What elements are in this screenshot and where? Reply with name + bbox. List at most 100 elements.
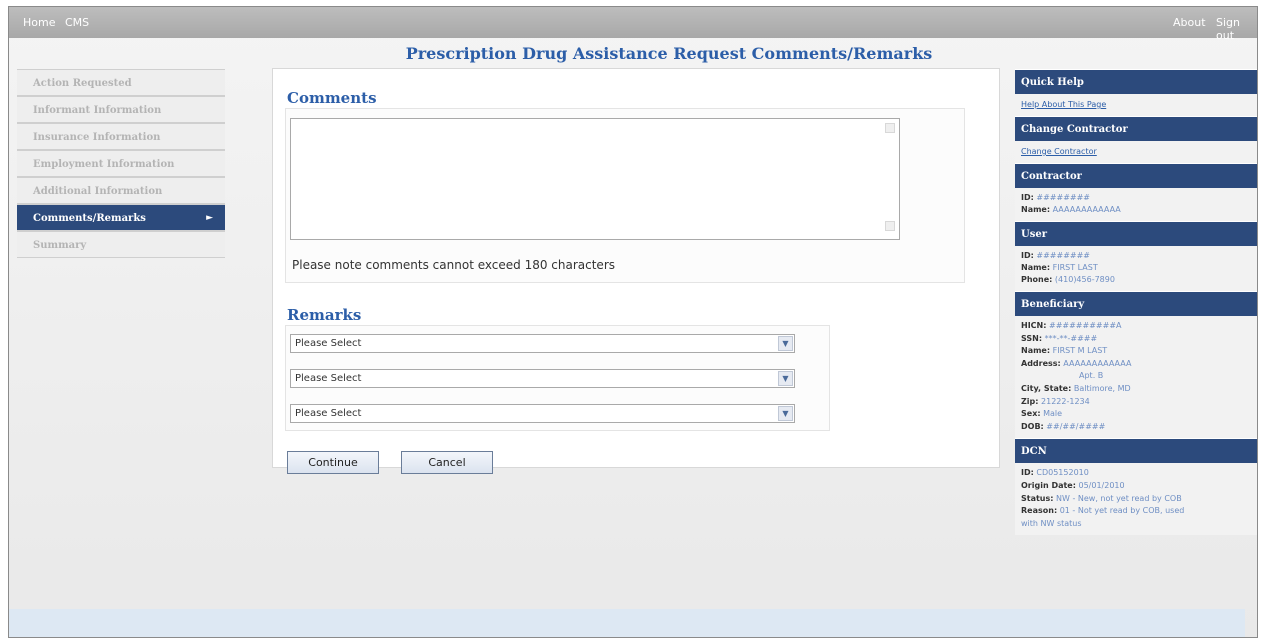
field-label: SSN:	[1021, 333, 1043, 343]
select-value: Please Select	[295, 373, 362, 384]
scroll-down-icon[interactable]	[885, 221, 895, 231]
contractor-id-row: ID: ########	[1021, 192, 1253, 204]
nav-item-summary[interactable]: Summary	[17, 231, 225, 258]
home-link[interactable]: Home	[23, 16, 55, 29]
chevron-down-icon[interactable]: ▼	[778, 336, 793, 351]
dcn-origin-date: 05/01/2010	[1078, 480, 1125, 490]
beneficiary-hicn-row: HICN: ##########A	[1021, 320, 1253, 333]
nav-item-comments-remarks[interactable]: Comments/Remarks ►	[17, 204, 225, 231]
remark-select-3[interactable]: Please Select ▼	[290, 404, 795, 423]
nav-item-label: Additional Information	[33, 186, 163, 197]
field-label: Name:	[1021, 205, 1051, 214]
comments-heading: Comments	[287, 89, 377, 107]
sign-out-link[interactable]: Sign out	[1216, 16, 1257, 42]
dcn-reason: 01 - Not yet read by COB, used	[1059, 506, 1185, 516]
remark-select-1[interactable]: Please Select ▼	[290, 334, 795, 353]
contractor-header: Contractor	[1015, 163, 1257, 188]
contractor-name-row: Name: AAAAAAAAAAAA	[1021, 204, 1253, 216]
change-contractor-header: Change Contractor	[1015, 116, 1257, 141]
beneficiary-address-row: Address: AAAAAAAAAAAA	[1021, 358, 1253, 371]
beneficiary-name: FIRST M LAST	[1052, 346, 1108, 356]
footer-strip	[9, 609, 1245, 637]
dcn-header: DCN	[1015, 438, 1257, 464]
remarks-section: Please Select ▼ Please Select ▼ Please Sel…	[285, 325, 830, 431]
user-name-row: Name: FIRST LAST	[1021, 262, 1253, 274]
nav-item-label: Employment Information	[33, 159, 175, 170]
chevron-down-icon[interactable]: ▼	[778, 406, 793, 421]
remark-select-2[interactable]: Please Select ▼	[290, 369, 795, 388]
field-label: ID:	[1021, 468, 1034, 478]
user-name: FIRST LAST	[1052, 263, 1098, 272]
help-about-page-link[interactable]: Help About This Page	[1021, 100, 1106, 109]
comments-limit-note: Please note comments cannot exceed 180 c…	[292, 258, 615, 272]
chevron-down-icon[interactable]: ▼	[778, 371, 793, 386]
user-phone-row: Phone: (410)456-7890	[1021, 274, 1253, 286]
quick-help-body: Help About This Page	[1015, 94, 1257, 116]
beneficiary-hicn: ##########A	[1048, 321, 1122, 330]
nav-item-label: Comments/Remarks	[33, 213, 146, 224]
comments-textarea[interactable]	[290, 118, 900, 240]
dcn-reason-row-2: with NW status	[1021, 518, 1253, 531]
field-label: Address:	[1021, 358, 1061, 368]
field-label: HICN:	[1021, 321, 1047, 330]
dcn-status: NW - New, not yet read by COB	[1056, 493, 1182, 503]
scroll-up-icon[interactable]	[885, 123, 895, 133]
user-id: ########	[1036, 251, 1090, 260]
field-label: Phone:	[1021, 275, 1053, 284]
change-contractor-link[interactable]: Change Contractor	[1021, 147, 1097, 156]
continue-button[interactable]: Continue	[287, 451, 379, 474]
dcn-origin-row: Origin Date: 05/01/2010	[1021, 480, 1253, 493]
contractor-body: ID: ######## Name: AAAAAAAAAAAA	[1015, 188, 1257, 221]
cms-link[interactable]: CMS	[65, 16, 89, 29]
field-label: ID:	[1021, 251, 1034, 260]
contractor-id: ########	[1036, 193, 1090, 202]
contractor-name: AAAAAAAAAAAA	[1052, 205, 1121, 214]
cancel-button[interactable]: Cancel	[401, 451, 493, 474]
dcn-body: ID: CD05152010 Origin Date: 05/01/2010 S…	[1015, 463, 1257, 536]
beneficiary-dob: ##/##/####	[1046, 421, 1106, 431]
beneficiary-city-state: Baltimore, MD	[1073, 383, 1131, 393]
beneficiary-sex: Male	[1043, 409, 1063, 419]
nav-item-label: Insurance Information	[33, 132, 161, 143]
field-label: Origin Date:	[1021, 480, 1076, 490]
nav-item-label: Action Requested	[33, 78, 132, 89]
field-label: Status:	[1021, 493, 1054, 503]
field-label: Reason:	[1021, 506, 1058, 516]
beneficiary-address-line-2: Apt. B	[1079, 371, 1104, 381]
beneficiary-zip-row: Zip: 21222-1234	[1021, 396, 1253, 409]
beneficiary-body: HICN: ##########A SSN: ***-**-#### Name:…	[1015, 316, 1257, 439]
change-contractor-body: Change Contractor	[1015, 141, 1257, 163]
nav-item-insurance-information[interactable]: Insurance Information	[17, 123, 225, 150]
arrow-right-icon: ►	[206, 213, 213, 223]
field-label: City, State:	[1021, 383, 1072, 393]
field-label: Name:	[1021, 263, 1051, 272]
beneficiary-address-row-2: Apt. B	[1021, 370, 1253, 383]
user-body: ID: ######## Name: FIRST LAST Phone: (41…	[1015, 246, 1257, 291]
nav-item-label: Informant Information	[33, 105, 162, 116]
beneficiary-name-row: Name: FIRST M LAST	[1021, 345, 1253, 358]
select-value: Please Select	[295, 408, 362, 419]
field-label: Zip:	[1021, 396, 1039, 406]
user-header: User	[1015, 221, 1257, 246]
nav-item-action-requested[interactable]: Action Requested	[17, 69, 225, 96]
user-id-row: ID: ########	[1021, 250, 1253, 262]
beneficiary-address-line-1: AAAAAAAAAAAA	[1063, 358, 1132, 368]
dcn-id: CD05152010	[1036, 468, 1089, 478]
page-title: Prescription Drug Assistance Request Com…	[405, 44, 933, 63]
main-panel: Comments Please note comments cannot exc…	[272, 68, 1000, 474]
beneficiary-city-row: City, State: Baltimore, MD	[1021, 383, 1253, 396]
about-link[interactable]: About	[1173, 16, 1206, 29]
top-bar: Home CMS About Sign out	[9, 7, 1257, 42]
quick-help-header: Quick Help	[1015, 69, 1257, 94]
right-panel: Quick Help Help About This Page Change C…	[1015, 69, 1257, 536]
beneficiary-ssn-row: SSN: ***-**-####	[1021, 333, 1253, 346]
nav-item-informant-information[interactable]: Informant Information	[17, 96, 225, 123]
comments-section: Please note comments cannot exceed 180 c…	[285, 108, 965, 283]
field-label: Sex:	[1021, 409, 1041, 419]
nav-item-employment-information[interactable]: Employment Information	[17, 150, 225, 177]
nav-item-additional-information[interactable]: Additional Information	[17, 177, 225, 204]
beneficiary-sex-row: Sex: Male	[1021, 408, 1253, 421]
beneficiary-dob-row: DOB: ##/##/####	[1021, 421, 1253, 434]
field-label: DOB:	[1021, 421, 1044, 431]
beneficiary-header: Beneficiary	[1015, 291, 1257, 316]
